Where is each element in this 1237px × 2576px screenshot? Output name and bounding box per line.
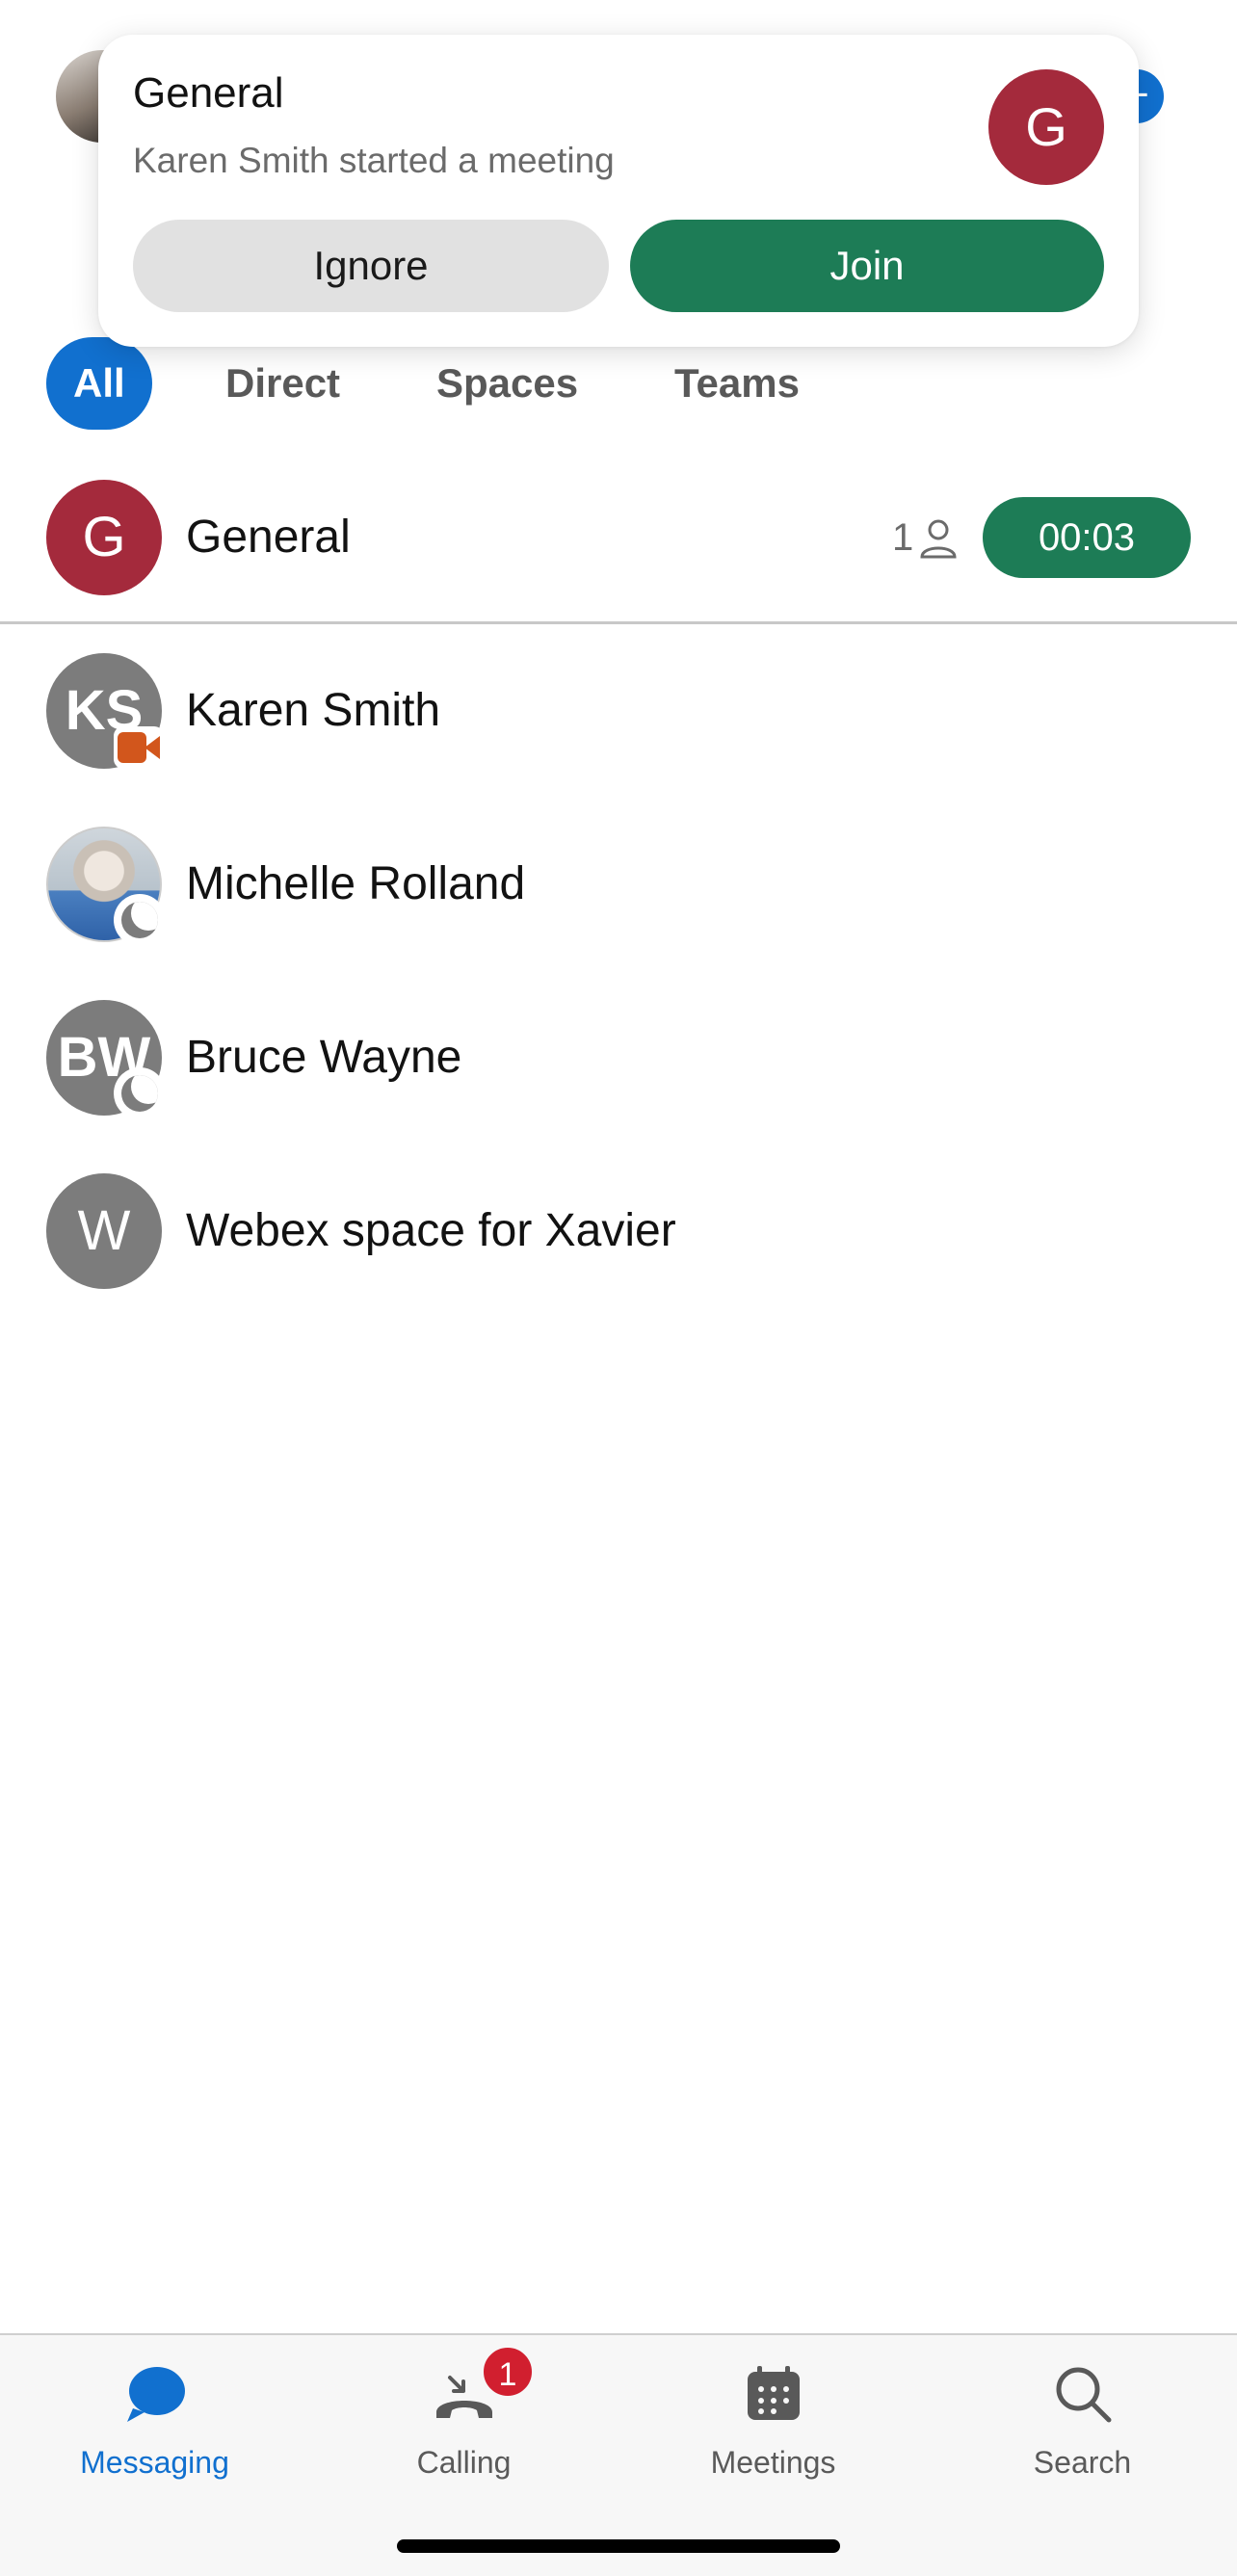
camera-icon — [114, 726, 164, 769]
moon-icon — [114, 894, 166, 946]
tab-label: Messaging — [80, 2445, 229, 2480]
conversation-row-karen-smith[interactable]: KS Karen Smith — [0, 624, 1237, 798]
filter-direct[interactable]: Direct — [225, 337, 340, 430]
conversation-name: Karen Smith — [186, 685, 441, 736]
tab-label: Search — [1033, 2445, 1132, 2480]
unread-badge: 1 — [481, 2345, 535, 2399]
banner-subtitle: Karen Smith started a meeting — [133, 141, 615, 180]
tab-messaging[interactable]: Messaging — [0, 2335, 309, 2509]
banner-space-avatar: G — [988, 69, 1104, 185]
banner-title: General — [133, 69, 284, 117]
tab-meetings[interactable]: Meetings — [618, 2335, 928, 2509]
tab-label: Meetings — [710, 2445, 836, 2480]
conversation-row-michelle-rolland[interactable]: Michelle Rolland — [0, 798, 1237, 971]
space-avatar: W — [46, 1173, 162, 1289]
conversation-name: Michelle Rolland — [186, 858, 526, 909]
search-icon — [1056, 2367, 1112, 2423]
space-avatar: G — [46, 480, 162, 595]
conversation-name: Bruce Wayne — [186, 1032, 462, 1083]
meeting-timer-button[interactable]: 00:03 — [983, 497, 1191, 578]
conversation-name: Webex space for Xavier — [186, 1205, 676, 1256]
conversation-name: General — [186, 512, 351, 563]
tab-calling[interactable]: 1 Calling — [309, 2335, 618, 2509]
person-icon — [920, 519, 957, 559]
conversation-row-bruce-wayne[interactable]: BW Bruce Wayne — [0, 971, 1237, 1144]
tab-search[interactable]: Search — [928, 2335, 1237, 2509]
chat-bubble-icon — [127, 2367, 185, 2422]
conversation-row-webex-space[interactable]: W Webex space for Xavier — [0, 1144, 1237, 1318]
filter-teams[interactable]: Teams — [674, 337, 800, 430]
calendar-icon — [748, 2366, 800, 2420]
messaging-screen: + All Direct Spaces Teams G General 1 00… — [0, 0, 1237, 2576]
join-button[interactable]: Join — [630, 220, 1104, 312]
filter-all[interactable]: All — [46, 337, 152, 430]
home-indicator[interactable] — [397, 2539, 840, 2553]
filter-spaces[interactable]: Spaces — [436, 337, 578, 430]
moon-icon — [114, 1067, 166, 1119]
ignore-button[interactable]: Ignore — [133, 220, 609, 312]
conversation-row-general[interactable]: G General 1 00:03 — [0, 451, 1237, 624]
tab-label: Calling — [416, 2445, 512, 2480]
participant-count: 1 — [892, 507, 957, 568]
meeting-notification-banner[interactable]: General Karen Smith started a meeting G … — [98, 35, 1139, 347]
